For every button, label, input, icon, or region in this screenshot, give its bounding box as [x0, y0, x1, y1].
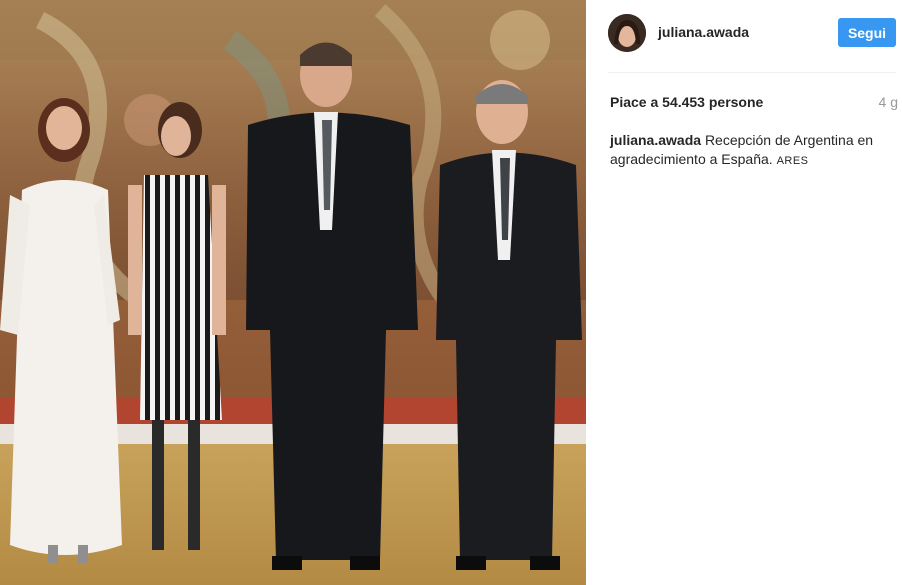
avatar[interactable] [608, 14, 646, 52]
divider [608, 72, 896, 73]
post-timestamp[interactable]: 4 g [879, 94, 898, 110]
avatar-image [608, 14, 646, 52]
likes-count[interactable]: Piace a 54.453 persone [610, 94, 763, 110]
post-caption: juliana.awada Recepción de Argentina en … [610, 131, 880, 171]
photo-image [0, 0, 586, 585]
post-header: juliana.awada Segui [586, 0, 902, 72]
caption-tag: ARES [776, 155, 809, 167]
post-photo[interactable] [0, 0, 586, 585]
instagram-post: juliana.awada Segui Piace a 54.453 perso… [0, 0, 902, 585]
caption-author-link[interactable]: juliana.awada [610, 132, 701, 148]
post-side-panel: juliana.awada Segui Piace a 54.453 perso… [586, 0, 902, 585]
username-link[interactable]: juliana.awada [658, 24, 749, 40]
follow-button[interactable]: Segui [838, 18, 896, 47]
